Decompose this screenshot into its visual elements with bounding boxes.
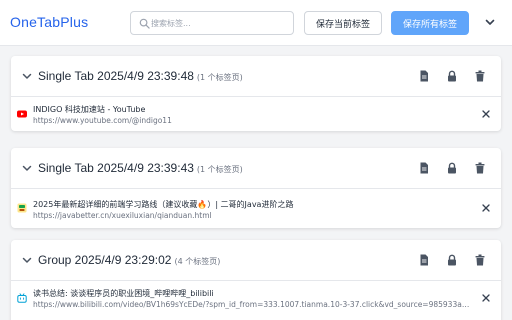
document-icon[interactable] (417, 253, 431, 267)
tab-url: https://www.youtube.com/@indigo11 (33, 116, 172, 125)
tab-item[interactable]: 读书总结: 谈谈程序员的职业困境_哔哩哔哩_bilibili https://w… (11, 281, 501, 315)
group-tab-count: (1 个标签页) (196, 73, 243, 82)
chevron-down-icon[interactable] (21, 70, 33, 82)
group-title: Single Tab 2025/4/9 23:39:43 (1 个标签页) (38, 161, 243, 175)
chevron-down-icon[interactable] (21, 254, 33, 266)
close-icon[interactable] (481, 109, 491, 119)
group-header: Single Tab 2025/4/9 23:39:43 (1 个标签页) (11, 148, 501, 188)
chevron-down-icon[interactable] (21, 162, 33, 174)
lock-icon[interactable] (445, 161, 459, 175)
tab-url: https://javabetter.cn/xuexiluxian/qiandu… (33, 211, 212, 220)
chevron-down-icon[interactable] (483, 15, 497, 29)
youtube-icon (17, 110, 27, 118)
document-icon[interactable] (417, 69, 431, 83)
trash-icon[interactable] (473, 161, 487, 175)
close-icon[interactable] (481, 203, 491, 213)
tab-item[interactable]: INDIGO 科技加速站 - YouTube https://www.youtu… (11, 97, 501, 131)
save-current-tab-button[interactable]: 保存当前标签 (304, 11, 382, 35)
close-icon[interactable] (481, 293, 491, 303)
group-title: Group 2025/4/9 23:29:02 (4 个标签页) (38, 253, 220, 267)
tab-group: Group 2025/4/9 23:29:02 (4 个标签页) 读书总结: 谈谈… (11, 240, 501, 320)
lock-icon[interactable] (445, 253, 459, 267)
save-all-tabs-button[interactable]: 保存所有标签 (391, 11, 469, 35)
tab-group: Single Tab 2025/4/9 23:39:43 (1 个标签页) 202… (11, 148, 501, 228)
group-title-text: Group 2025/4/9 23:29:02 (38, 253, 172, 267)
tab-title[interactable]: 2025年最新超详细的前端学习路线（建议收藏🔥）| 二哥的Java进阶之路 (33, 199, 473, 210)
javabetter-icon (17, 203, 27, 213)
tab-title[interactable]: 读书总结: 谈谈程序员的职业困境_哔哩哔哩_bilibili (33, 288, 473, 299)
lock-icon[interactable] (445, 69, 459, 83)
group-header: Group 2025/4/9 23:29:02 (4 个标签页) (11, 240, 501, 280)
search-box[interactable] (130, 11, 294, 35)
tab-item[interactable]: 2025年最新超详细的前端学习路线（建议收藏🔥）| 二哥的Java进阶之路 ht… (11, 189, 501, 227)
document-icon[interactable] (417, 161, 431, 175)
search-icon (139, 18, 150, 29)
app-header: OneTabPlus 保存当前标签 保存所有标签 (0, 0, 512, 46)
group-title-text: Single Tab 2025/4/9 23:39:48 (38, 69, 194, 83)
app-title: OneTabPlus (10, 14, 89, 30)
tab-title[interactable]: INDIGO 科技加速站 - YouTube (33, 104, 473, 115)
trash-icon[interactable] (473, 253, 487, 267)
bilibili-icon (17, 293, 27, 303)
group-tab-count: (4 个标签页) (174, 257, 221, 266)
group-tab-count: (1 个标签页) (196, 165, 243, 174)
group-title-text: Single Tab 2025/4/9 23:39:43 (38, 161, 194, 175)
group-header: Single Tab 2025/4/9 23:39:48 (1 个标签页) (11, 56, 501, 96)
search-input[interactable] (151, 12, 291, 34)
tab-url: https://www.bilibili.com/video/BV1h69sYc… (33, 300, 473, 309)
group-title: Single Tab 2025/4/9 23:39:48 (1 个标签页) (38, 69, 243, 83)
tab-group: Single Tab 2025/4/9 23:39:48 (1 个标签页) IND… (11, 56, 501, 131)
trash-icon[interactable] (473, 69, 487, 83)
